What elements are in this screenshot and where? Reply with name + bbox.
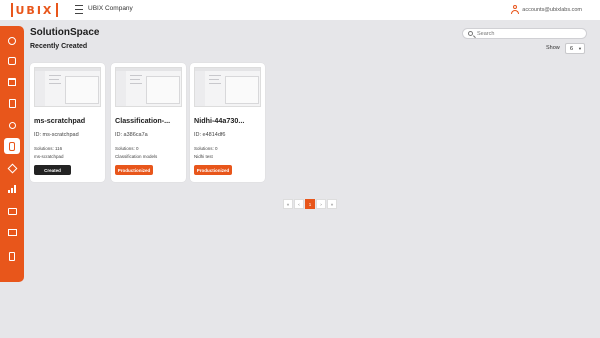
cube-icon bbox=[7, 163, 17, 173]
status-button-productionized[interactable]: Productionized bbox=[115, 165, 153, 175]
card-title: Nidhi-44a730... bbox=[194, 116, 245, 125]
circle-icon bbox=[8, 37, 16, 45]
solution-card[interactable]: ms-scratchpad ID: ms-scratchpad Solution… bbox=[30, 63, 105, 182]
solution-card[interactable]: Classification-... ID: a386ca7a Solution… bbox=[111, 63, 186, 182]
sidebar-item-documents[interactable] bbox=[4, 95, 20, 111]
sidebar-item-analytics[interactable] bbox=[4, 181, 20, 197]
sidebar-item-monitor[interactable] bbox=[4, 224, 20, 240]
sidebar-item-logout[interactable] bbox=[4, 248, 20, 264]
search-box[interactable] bbox=[462, 28, 587, 39]
network-icon bbox=[8, 121, 16, 129]
card-thumbnail bbox=[194, 67, 261, 107]
page-current-button[interactable]: 1 bbox=[305, 199, 315, 209]
sidebar-item-solution-space[interactable] bbox=[4, 138, 20, 154]
search-icon bbox=[468, 31, 473, 36]
card-id: ID: e4814df6 bbox=[194, 132, 226, 138]
page-first-button[interactable]: « bbox=[283, 199, 293, 209]
hamburger-menu-icon[interactable] bbox=[75, 5, 83, 14]
sidebar-item-data[interactable] bbox=[4, 203, 20, 219]
bar-chart-icon bbox=[8, 185, 16, 193]
card-description: ms-scratchpad bbox=[34, 154, 64, 159]
nodes-icon bbox=[8, 57, 16, 65]
card-description: Nidhi test bbox=[194, 154, 213, 159]
sidebar bbox=[0, 26, 24, 282]
show-count-value: 6 bbox=[570, 45, 574, 52]
account-menu[interactable]: accounts@ubixlabs.com bbox=[511, 5, 582, 14]
user-icon bbox=[511, 5, 520, 14]
card-title: Classification-... bbox=[115, 116, 171, 125]
card-solutions-count: Solutions: 116 bbox=[34, 146, 63, 151]
top-bar: UBIX UBIX Company accounts@ubixlabs.com bbox=[0, 0, 600, 20]
card-thumbnail bbox=[115, 67, 182, 107]
card-id: ID: a386ca7a bbox=[115, 132, 148, 138]
card-id: ID: ms-scratchpad bbox=[34, 132, 79, 138]
sidebar-item-network[interactable] bbox=[4, 117, 20, 133]
section-title: Recently Created bbox=[30, 43, 88, 50]
logout-icon bbox=[9, 251, 15, 261]
card-description: Classification models bbox=[115, 154, 158, 159]
sidebar-item-home-circle[interactable] bbox=[4, 33, 20, 49]
account-email: accounts@ubixlabs.com bbox=[522, 6, 582, 13]
data-icon bbox=[7, 207, 17, 215]
company-name: UBIX Company bbox=[88, 5, 133, 12]
sidebar-item-cube[interactable] bbox=[4, 160, 20, 176]
sidebar-item-home[interactable] bbox=[4, 74, 20, 90]
show-label: Show bbox=[546, 45, 560, 51]
monitor-icon bbox=[7, 228, 17, 236]
card-solutions-count: Solutions: 0 bbox=[115, 146, 139, 151]
search-input[interactable] bbox=[477, 30, 577, 37]
show-count-select[interactable]: 6 ▼ bbox=[565, 43, 585, 54]
status-button-productionized[interactable]: Productionized bbox=[194, 165, 232, 175]
sidebar-item-nodes[interactable] bbox=[4, 53, 20, 69]
solution-card[interactable]: Nidhi-44a730... ID: e4814df6 Solutions: … bbox=[190, 63, 265, 182]
solution-space-icon bbox=[9, 141, 15, 151]
card-solutions-count: Solutions: 0 bbox=[194, 146, 218, 151]
ubix-logo[interactable]: UBIX bbox=[8, 2, 61, 18]
document-icon bbox=[8, 98, 16, 108]
home-icon bbox=[8, 78, 16, 86]
chevron-down-icon: ▼ bbox=[578, 46, 582, 51]
page-next-button[interactable]: › bbox=[316, 199, 326, 209]
page-last-button[interactable]: » bbox=[327, 199, 337, 209]
pagination: « ‹ 1 › » bbox=[283, 199, 337, 209]
page-prev-button[interactable]: ‹ bbox=[294, 199, 304, 209]
page-title: SolutionSpace bbox=[30, 27, 100, 38]
status-button-created[interactable]: Created bbox=[34, 165, 71, 175]
card-thumbnail bbox=[34, 67, 101, 107]
card-title: ms-scratchpad bbox=[34, 116, 86, 125]
